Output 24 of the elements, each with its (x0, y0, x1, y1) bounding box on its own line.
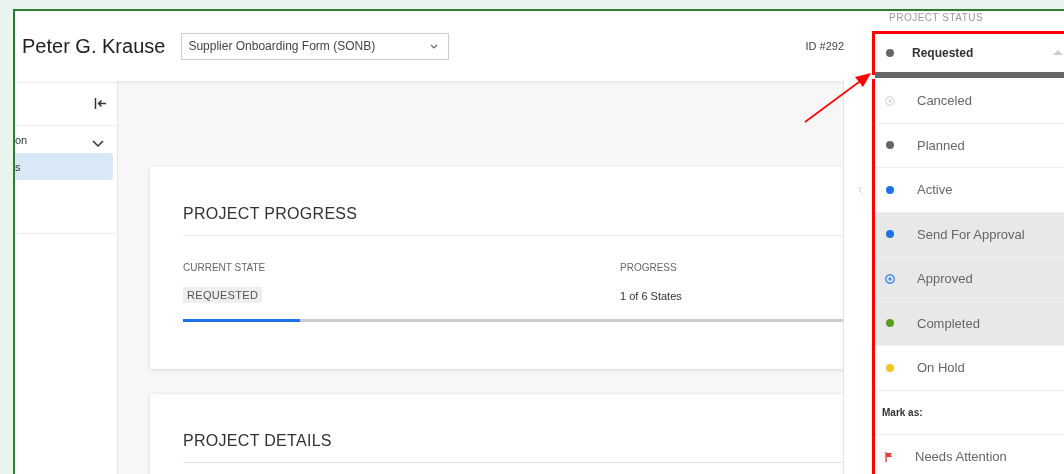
state-badge: REQUESTED (183, 287, 263, 303)
section-label: Mark as: (882, 406, 923, 418)
status-option[interactable]: Send For Approval (875, 212, 1064, 257)
progress-text: 1 of 6 States (620, 290, 682, 302)
field-label: PROGRESS (620, 262, 678, 273)
status-select[interactable]: Requested (872, 31, 1064, 75)
sidebar-item[interactable]: s (15, 153, 113, 180)
caret-icon (1053, 49, 1063, 55)
status-option[interactable]: Approved (875, 257, 1064, 302)
field-label: CURRENT STATE (183, 262, 267, 273)
person-name: Peter G. Krause (22, 34, 166, 58)
card-title: PROJECT PROGRESS (183, 205, 359, 223)
form-select[interactable]: Supplier Onboarding Form (SONB) (181, 32, 450, 60)
card-title: PROJECT DETAILS (183, 432, 333, 450)
chevron-icon (430, 43, 439, 49)
status-option[interactable]: Completed (875, 301, 1064, 346)
chevron-icon (858, 186, 863, 194)
project-id: ID #292 (805, 40, 844, 52)
collapse-icon[interactable] (94, 96, 107, 110)
status-label: PROJECT STATUS (889, 12, 984, 23)
status-dot (886, 49, 894, 57)
annotation-arrow (804, 73, 871, 123)
sidebar-item[interactable]: on (15, 126, 113, 153)
chevron-icon[interactable] (92, 140, 104, 148)
